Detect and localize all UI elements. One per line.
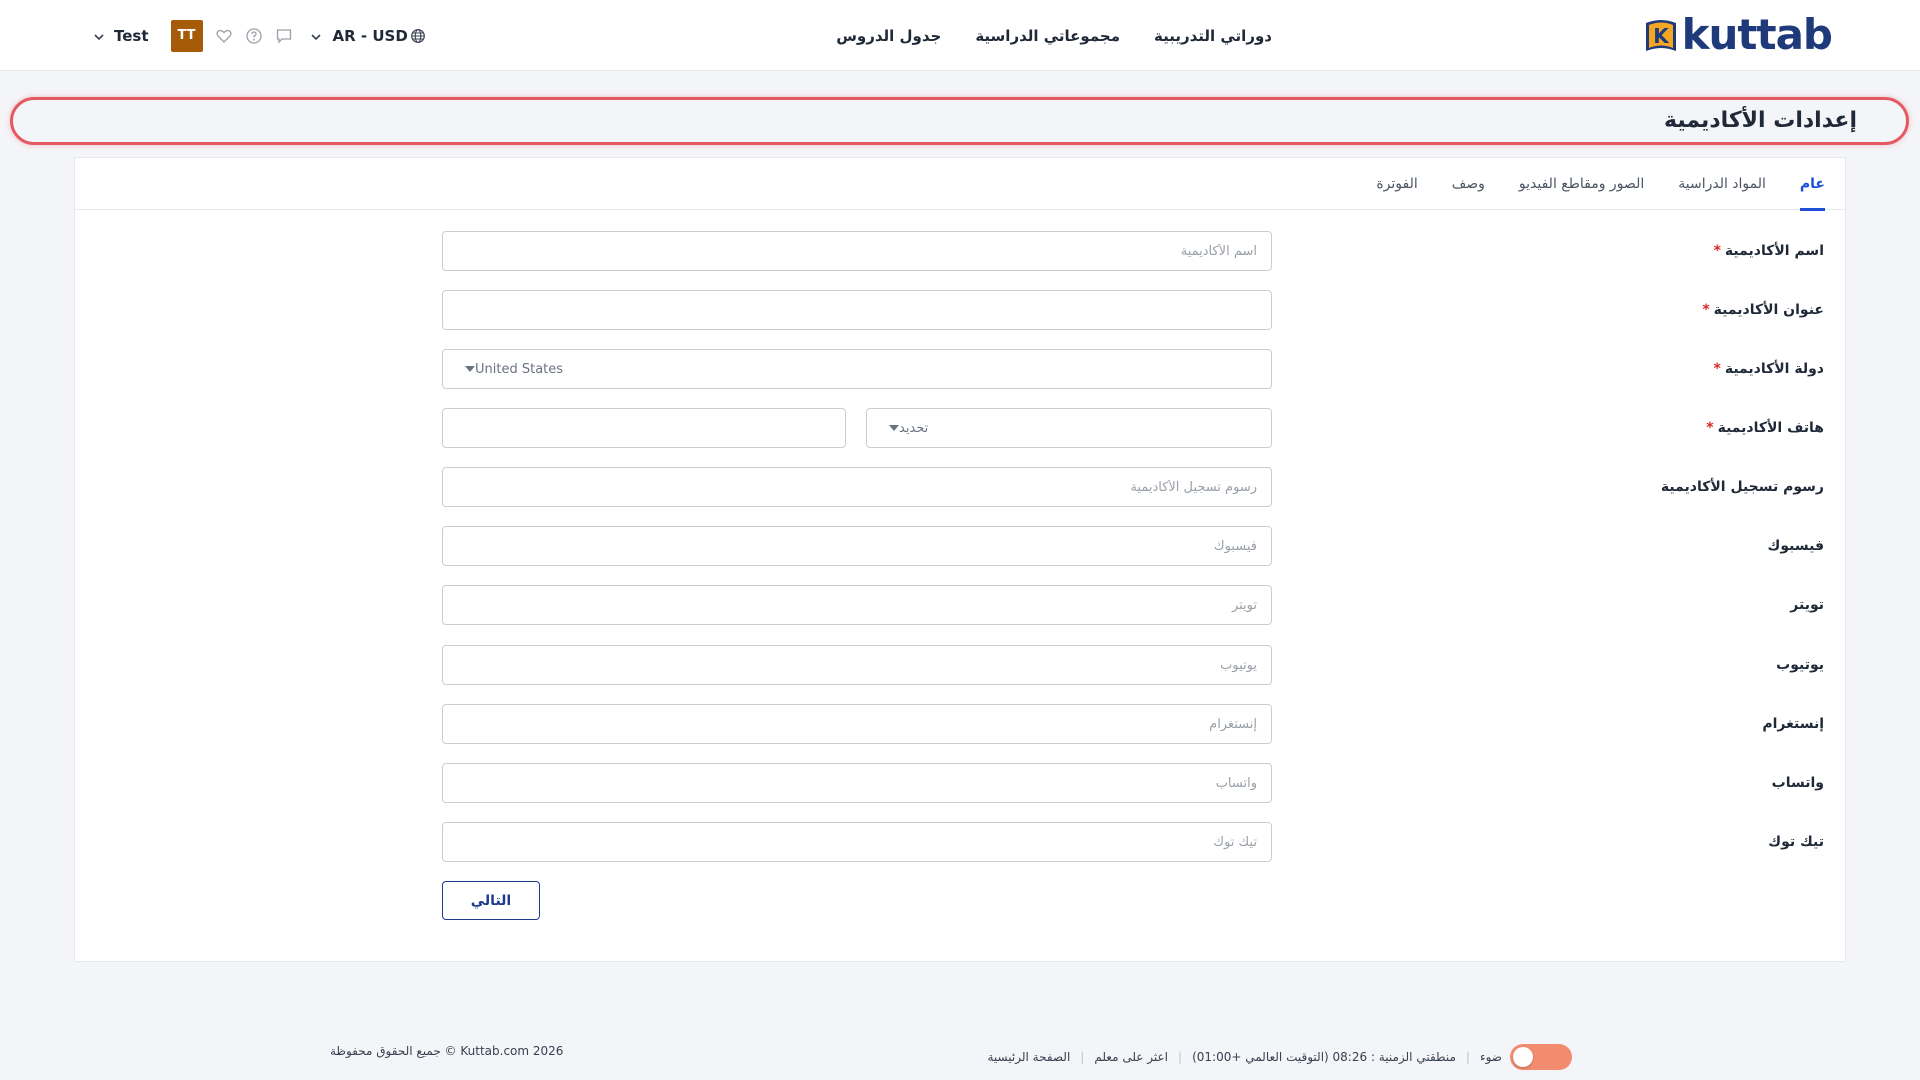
- academy-country-select[interactable]: United States: [442, 349, 1272, 389]
- required-marker: *: [1706, 420, 1714, 436]
- currency-label: AR - USD: [332, 26, 408, 45]
- academy-phone-label: هاتف الأكاديمية*: [1706, 420, 1824, 436]
- whatsapp-input[interactable]: [442, 763, 1272, 803]
- twitter-input[interactable]: [442, 585, 1272, 625]
- nav-my-study-groups[interactable]: مجموعاتي الدراسية: [975, 27, 1120, 45]
- nav-lessons-schedule[interactable]: جدول الدروس: [836, 27, 941, 45]
- form-row-twitter: تويتر: [75, 585, 1845, 625]
- form-row-facebook: فيسبوك: [75, 526, 1845, 566]
- youtube-input[interactable]: [442, 645, 1272, 685]
- theme-toggle[interactable]: [1510, 1044, 1572, 1070]
- footer-divider: |: [1465, 1050, 1470, 1064]
- page-title-bar: [10, 97, 1909, 145]
- footer-copyright: Kuttab.com 2026 © جميع الحقوق محفوظة: [330, 1044, 564, 1058]
- footer-divider: |: [1080, 1050, 1085, 1064]
- globe-icon: [410, 28, 425, 43]
- academy-address-input[interactable]: [442, 290, 1272, 330]
- form-row-address: عنوان الأكاديمية*: [75, 290, 1845, 330]
- tab-subjects[interactable]: المواد الدراسية: [1678, 158, 1766, 210]
- tiktok-label: تيك توك: [1768, 834, 1824, 850]
- required-marker: *: [1713, 243, 1721, 259]
- caret-down-icon: [465, 366, 475, 372]
- avatar[interactable]: TT: [170, 19, 203, 52]
- tab-general[interactable]: عام: [1799, 158, 1826, 211]
- user-menu-chevron-down-icon[interactable]: [92, 29, 106, 43]
- logo-text: kuttab: [1681, 10, 1833, 59]
- instagram-input[interactable]: [442, 704, 1272, 744]
- nav-my-courses[interactable]: دوراتي التدريبية: [1154, 27, 1272, 45]
- footer-timezone[interactable]: منطقتي الزمنية : 08:26 (التوقيت العالمي …: [1192, 1050, 1456, 1064]
- tab-billing[interactable]: الفوترة: [1376, 158, 1417, 210]
- top-header: K kuttab جدول الدروس مجموعاتي الدراسية د…: [0, 0, 1920, 71]
- language-currency-selector[interactable]: AR - USD: [333, 27, 426, 45]
- theme-label: ضوء: [1479, 1050, 1502, 1064]
- main-nav: جدول الدروس مجموعاتي الدراسية دوراتي الت…: [836, 0, 1272, 71]
- heart-icon[interactable]: [215, 27, 233, 45]
- required-marker: *: [1713, 361, 1721, 377]
- required-marker: *: [1702, 302, 1710, 318]
- tiktok-input[interactable]: [442, 822, 1272, 862]
- logo-letter: K: [1653, 24, 1670, 48]
- phone-number-input[interactable]: [442, 408, 846, 448]
- tab-media[interactable]: الصور ومقاطع الفيديو: [1519, 158, 1644, 210]
- form-row-name: اسم الأكاديمية*: [75, 231, 1845, 271]
- caret-down-icon: [889, 425, 899, 431]
- academy-address-label: عنوان الأكاديمية*: [1702, 302, 1824, 318]
- registration-fees-input[interactable]: [442, 467, 1272, 507]
- country-selected-value: United States: [475, 361, 564, 377]
- form-row-phone: هاتف الأكاديمية* تحديد: [75, 408, 1845, 448]
- youtube-label: يوتيوب: [1776, 657, 1824, 673]
- toggle-knob: [1513, 1047, 1533, 1067]
- settings-tabs: عام المواد الدراسية الصور ومقاطع الفيديو…: [75, 158, 1845, 211]
- page-title: إعدادات الأكاديمية: [1663, 108, 1857, 133]
- settings-card: عام المواد الدراسية الصور ومقاطع الفيديو…: [74, 157, 1846, 962]
- form-row-country: دولة الأكاديمية* United States: [75, 349, 1845, 389]
- form-row-whatsapp: واتساب: [75, 763, 1845, 803]
- academy-name-label: اسم الأكاديمية*: [1713, 243, 1824, 259]
- next-button[interactable]: التالي: [442, 881, 540, 920]
- form-row-youtube: يوتيوب: [75, 645, 1845, 685]
- footer-home-link[interactable]: الصفحة الرئيسية: [988, 1050, 1071, 1064]
- currency-chevron-down-icon[interactable]: [309, 29, 323, 43]
- twitter-label: تويتر: [1790, 597, 1824, 613]
- whatsapp-label: واتساب: [1771, 775, 1824, 791]
- registration-fees-label: رسوم تسجيل الأكاديمية: [1660, 479, 1824, 495]
- facebook-input[interactable]: [442, 526, 1272, 566]
- form-row-instagram: إنستغرام: [75, 704, 1845, 744]
- facebook-label: فيسبوك: [1767, 538, 1824, 554]
- footer-divider: |: [1178, 1050, 1183, 1064]
- form-row-fees: رسوم تسجيل الأكاديمية: [75, 467, 1845, 507]
- phone-country-code-select[interactable]: تحديد: [866, 408, 1272, 448]
- user-name[interactable]: Test: [114, 27, 149, 45]
- academy-country-label: دولة الأكاديمية*: [1713, 361, 1825, 377]
- phone-code-placeholder: تحديد: [899, 420, 929, 436]
- logo-book-icon: K: [1642, 15, 1680, 55]
- footer-find-teacher-link[interactable]: اعثر على معلم: [1094, 1050, 1168, 1064]
- message-icon[interactable]: [275, 27, 293, 45]
- header-tools: Test TT AR - USD: [92, 0, 426, 71]
- kuttab-logo[interactable]: K kuttab: [1642, 10, 1833, 59]
- footer-links: الصفحة الرئيسية | اعثر على معلم | منطقتي…: [988, 1044, 1591, 1070]
- instagram-label: إنستغرام: [1762, 716, 1824, 732]
- academy-name-input[interactable]: [442, 231, 1272, 271]
- form-row-tiktok: تيك توك: [75, 822, 1845, 862]
- tab-description[interactable]: وصف: [1452, 158, 1485, 210]
- help-circle-icon[interactable]: [245, 27, 263, 45]
